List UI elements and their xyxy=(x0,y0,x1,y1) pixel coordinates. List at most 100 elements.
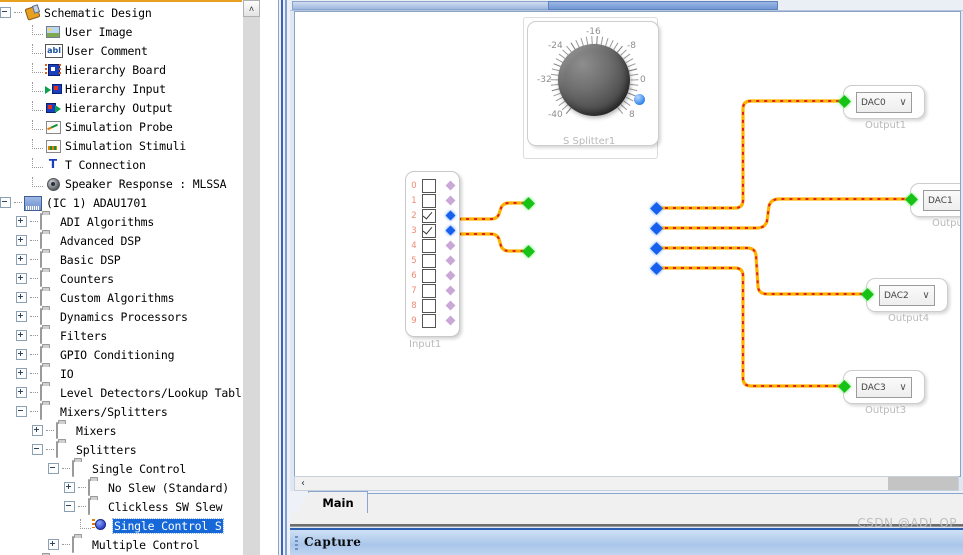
input-channel-port[interactable] xyxy=(445,180,456,191)
input-channel-row[interactable]: 0 xyxy=(406,178,459,193)
tree-item-gpio-conditioning[interactable]: GPIO Conditioning xyxy=(0,345,260,364)
input-channel-row[interactable]: 7 xyxy=(406,283,459,298)
input-channel-port[interactable] xyxy=(445,240,456,251)
tree-item-hierarchy-board[interactable]: Hierarchy Board xyxy=(0,60,260,79)
tree-item-t-connection[interactable]: T T Connection xyxy=(0,155,260,174)
output-block-1[interactable]: DAC0 ∨ xyxy=(838,85,925,119)
output-input-port-1[interactable] xyxy=(838,95,851,108)
tree-item-schematic-design[interactable]: Schematic Design xyxy=(0,3,260,22)
input-channel-row[interactable]: 9 xyxy=(406,313,459,328)
dac-select-3[interactable]: DAC2 ∨ xyxy=(879,285,935,306)
input-channel-checkbox[interactable] xyxy=(422,253,436,268)
input-channel-checkbox[interactable] xyxy=(422,283,436,298)
scroll-track[interactable] xyxy=(243,17,260,555)
tree-expander[interactable] xyxy=(48,463,59,474)
input-channel-row[interactable]: 6 xyxy=(406,268,459,283)
tree-expander[interactable] xyxy=(16,254,27,265)
input-channel-port[interactable] xyxy=(445,195,456,206)
tree-expander[interactable] xyxy=(16,387,27,398)
tree-item-speaker-response-mlssa[interactable]: Speaker Response : MLSSA xyxy=(0,174,260,193)
input-channel-row[interactable]: 5 xyxy=(406,253,459,268)
input-channel-checkbox[interactable] xyxy=(422,238,436,253)
schematic-canvas[interactable]: .w { fill:none; stroke:#ffb300; stroke-w… xyxy=(294,11,961,477)
input-channel-checkbox[interactable] xyxy=(422,208,436,223)
input-channel-checkbox[interactable] xyxy=(422,223,436,238)
input-channel-row[interactable]: 4 xyxy=(406,238,459,253)
tree-expander[interactable] xyxy=(16,311,27,322)
tree-item-simulation-probe[interactable]: Simulation Probe xyxy=(0,117,260,136)
splitter-output-port-4[interactable] xyxy=(650,262,663,275)
tree-expander[interactable] xyxy=(16,368,27,379)
tree-item-dynamics-processors[interactable]: Dynamics Processors xyxy=(0,307,260,326)
input-block[interactable]: 0 1 2 3 4 5 6 7 8 9 xyxy=(405,171,460,337)
output-block-3[interactable]: DAC2 ∨ xyxy=(861,278,948,312)
tree-item-single-control[interactable]: Single Control xyxy=(0,459,260,478)
tree-item-multiple-control[interactable]: Multiple Control xyxy=(0,535,260,554)
splitter-knob[interactable] xyxy=(558,44,645,116)
tab-main[interactable]: Main xyxy=(298,491,368,514)
chevron-down-icon[interactable]: ∨ xyxy=(895,382,911,393)
tree-item-single-control-s[interactable]: Single Control S xyxy=(0,516,260,535)
splitter-output-port-3[interactable] xyxy=(650,242,663,255)
tree-expander[interactable] xyxy=(16,349,27,360)
input-channel-row[interactable]: 3 xyxy=(406,223,459,238)
splitter-output-port-2[interactable] xyxy=(650,222,663,235)
tree-item-adi-algorithms[interactable]: ADI Algorithms xyxy=(0,212,260,231)
tree-expander[interactable] xyxy=(16,235,27,246)
tree-expander[interactable] xyxy=(0,197,11,208)
input-channel-checkbox[interactable] xyxy=(422,268,436,283)
output-block-4[interactable]: DAC3 ∨ xyxy=(838,370,925,404)
splitter-block[interactable]: -16 -24 -8 -32 0 -40 8 xyxy=(527,21,659,146)
tree-item-user-comment[interactable]: abl User Comment xyxy=(0,41,260,60)
input-channel-port[interactable] xyxy=(445,315,456,326)
input-channel-checkbox[interactable] xyxy=(422,193,436,208)
tree-expander[interactable] xyxy=(32,444,43,455)
capture-panel-header[interactable]: Capture xyxy=(290,528,963,555)
tree-expander[interactable] xyxy=(16,216,27,227)
input-channel-port[interactable] xyxy=(445,270,456,281)
tree-item-counters[interactable]: Counters xyxy=(0,269,260,288)
tree-item-splitters[interactable]: Splitters xyxy=(0,440,260,459)
tree-item-no-slew-standard[interactable]: No Slew (Standard) xyxy=(0,478,260,497)
tree-vertical-scrollbar[interactable]: ˄ xyxy=(242,0,260,555)
dac-select-4[interactable]: DAC3 ∨ xyxy=(856,377,912,398)
output-input-port-3[interactable] xyxy=(861,288,874,301)
input-channel-checkbox[interactable] xyxy=(422,298,436,313)
input-channel-port[interactable] xyxy=(445,300,456,311)
tree-item-io[interactable]: IO xyxy=(0,364,260,383)
input-channel-port[interactable] xyxy=(445,255,456,266)
tree-item-ic-1-adau1701[interactable]: (IC 1) ADAU1701 xyxy=(0,193,260,212)
scroll-thumb-right[interactable] xyxy=(548,1,778,10)
splitter-input-port-1[interactable] xyxy=(522,197,535,210)
component-tree[interactable]: Schematic Design User Image abl User Commen… xyxy=(0,3,260,555)
tree-expander[interactable] xyxy=(16,273,27,284)
input-channel-row[interactable]: 2 xyxy=(406,208,459,223)
input-channel-row[interactable]: 1 xyxy=(406,193,459,208)
tree-item-clickless-sw-slew[interactable]: Clickless SW Slew xyxy=(0,497,260,516)
scroll-left-arrow-icon[interactable]: ‹ xyxy=(295,478,311,489)
tree-expander[interactable] xyxy=(16,330,27,341)
panel-grip-icon[interactable] xyxy=(295,536,298,550)
tree-item-mixers[interactable]: Mixers xyxy=(0,421,260,440)
chevron-down-icon[interactable]: ∨ xyxy=(895,97,911,108)
horizontal-scroll-thumb[interactable] xyxy=(888,477,958,490)
splitter-input-port-2[interactable] xyxy=(522,245,535,258)
tree-item-mixers-splitters[interactable]: Mixers/Splitters xyxy=(0,402,260,421)
tree-expander[interactable] xyxy=(64,501,75,512)
tree-item-advanced-dsp[interactable]: Advanced DSP xyxy=(0,231,260,250)
canvas-bottom-scrollbar[interactable]: ‹ xyxy=(294,476,959,491)
tree-expander[interactable] xyxy=(0,7,11,18)
tree-expander[interactable] xyxy=(64,482,75,493)
tree-item-hierarchy-input[interactable]: Hierarchy Input xyxy=(0,79,260,98)
input-channel-checkbox[interactable] xyxy=(422,178,436,193)
tree-expander[interactable] xyxy=(16,406,27,417)
tree-expander[interactable] xyxy=(16,292,27,303)
chevron-down-icon[interactable]: ∨ xyxy=(918,290,934,301)
canvas-top-scrollbar[interactable] xyxy=(290,0,963,11)
output-input-port-4[interactable] xyxy=(838,380,851,393)
input-channel-port[interactable] xyxy=(445,285,456,296)
scroll-thumb-left[interactable] xyxy=(292,1,550,10)
tree-item-hierarchy-output[interactable]: Hierarchy Output xyxy=(0,98,260,117)
tree-item-level-detectors-lookup-tables[interactable]: Level Detectors/Lookup Tables xyxy=(0,383,260,402)
input-channel-row[interactable]: 8 xyxy=(406,298,459,313)
